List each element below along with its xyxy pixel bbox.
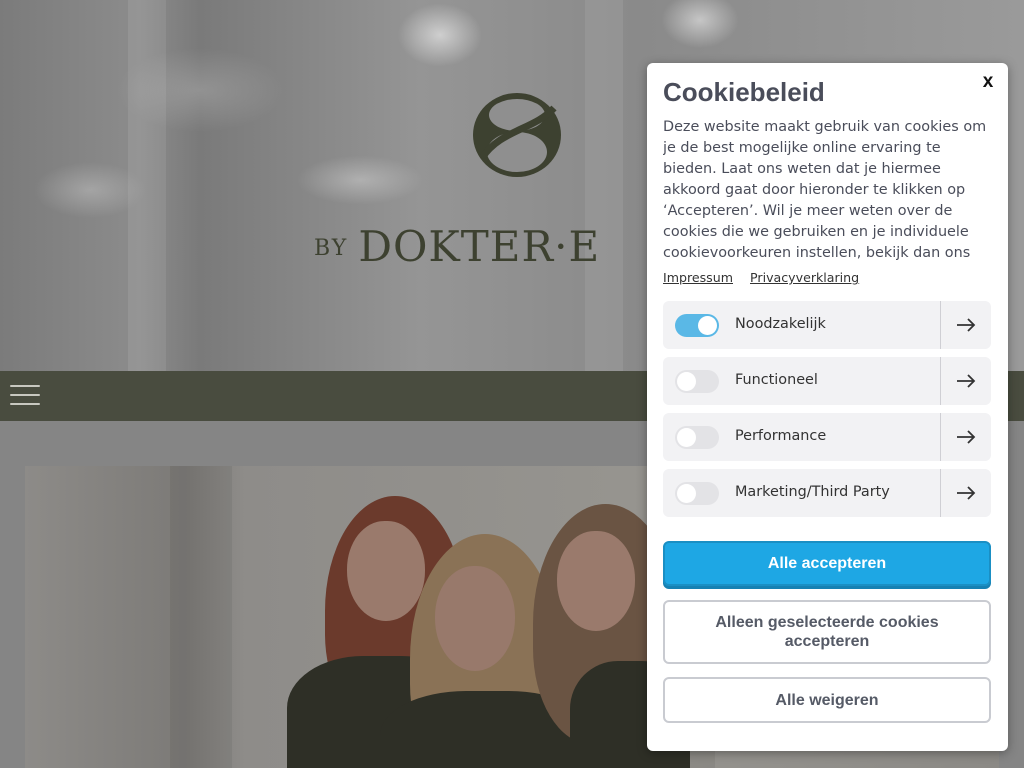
category-label: Performance (735, 428, 827, 444)
toggle-performance[interactable] (675, 426, 719, 449)
hero-decor (585, 0, 623, 371)
category-label: Noodzakelijk (735, 316, 826, 332)
logo-mark-icon (473, 93, 561, 177)
dialog-description: Deze website maakt gebruik van cookies o… (663, 119, 987, 261)
reject-all-button[interactable]: Alle weigeren (663, 677, 991, 723)
legal-links: Impressum Privacyverklaring (663, 270, 872, 285)
toggle-functional[interactable] (675, 370, 719, 393)
site-logo[interactable]: BY DOKTER·E (314, 222, 648, 270)
logo-by: BY (314, 236, 349, 261)
category-label: Marketing/Third Party (735, 484, 890, 500)
close-button[interactable]: x (978, 71, 998, 93)
cookie-consent-dialog: x Cookiebeleid Deze website maakt gebrui… (647, 63, 1008, 751)
cookie-category-necessary: Noodzakelijk (663, 301, 991, 349)
hamburger-icon[interactable] (10, 385, 40, 407)
logo-name: DOKTER·E (358, 222, 601, 270)
toggle-marketing[interactable] (675, 482, 719, 505)
cookie-category-marketing: Marketing/Third Party (663, 469, 991, 517)
impressum-link[interactable]: Impressum (663, 270, 733, 285)
accept-selected-button[interactable]: Alleen geselecteerde cookies accepteren (663, 600, 991, 664)
category-label: Functioneel (735, 372, 818, 388)
arrow-right-icon[interactable] (941, 469, 991, 517)
cookie-category-performance: Performance (663, 413, 991, 461)
cookie-category-functional: Functioneel (663, 357, 991, 405)
arrow-right-icon[interactable] (941, 413, 991, 461)
dialog-title: Cookiebeleid (663, 77, 825, 107)
accept-all-button[interactable]: Alle accepteren (663, 541, 991, 586)
hero-decor (128, 0, 166, 371)
toggle-necessary[interactable] (675, 314, 719, 337)
privacy-link[interactable]: Privacyverklaring (750, 270, 859, 285)
arrow-right-icon[interactable] (941, 357, 991, 405)
arrow-right-icon[interactable] (941, 301, 991, 349)
